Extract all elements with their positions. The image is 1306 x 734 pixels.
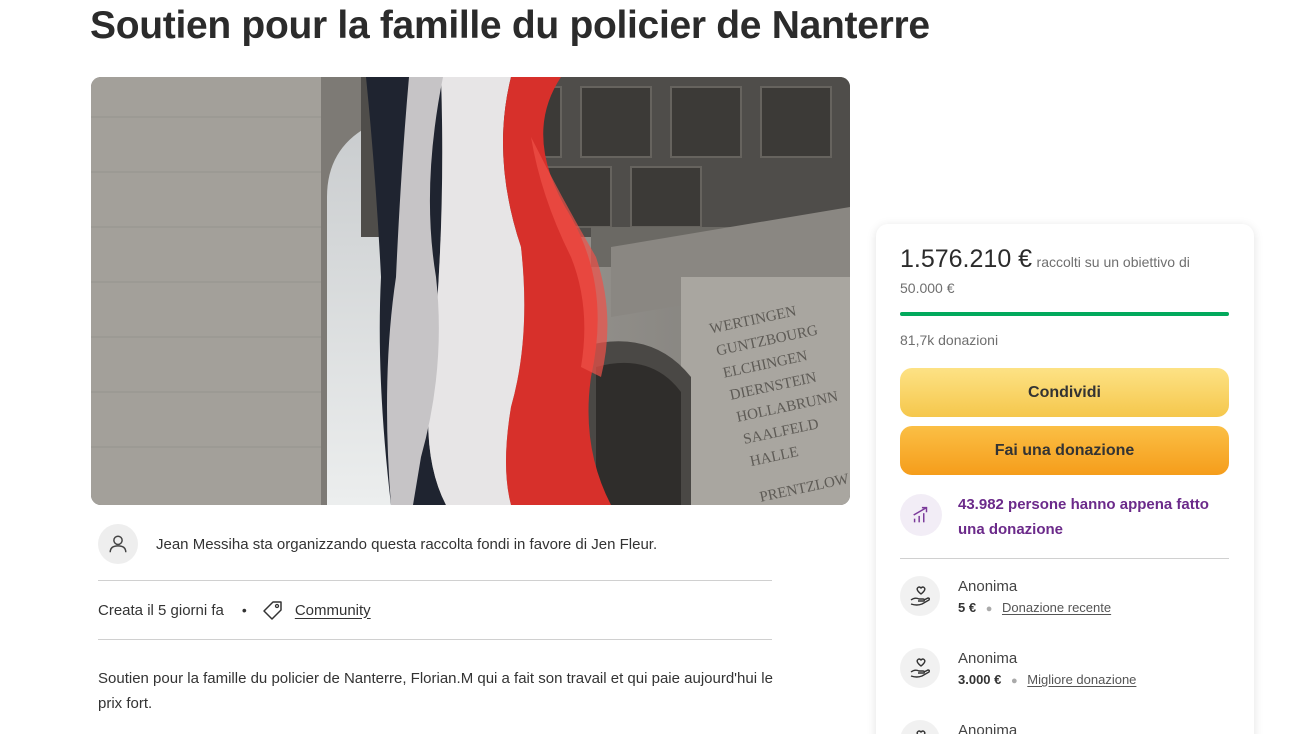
donor-name: Anonima (958, 650, 1018, 667)
donor-item: Anonima 3.000 € ● Migliore donazione (900, 648, 1229, 692)
trend-text: 43.982 persone hanno appena fatto una do… (958, 496, 1209, 538)
progress-bar (900, 312, 1229, 316)
tag-icon (261, 598, 285, 622)
divider (98, 639, 772, 640)
recent-donations-trend: 43.982 persone hanno appena fatto una do… (900, 492, 1229, 542)
donor-amount: 5 € (958, 600, 977, 615)
donation-hand-icon (900, 576, 940, 616)
divider (98, 580, 772, 581)
raised-suffix: raccolti su un obiettivo di (1036, 254, 1190, 270)
avatar (98, 524, 138, 564)
organizer-text: Jean Messiha sta organizzando questa rac… (156, 535, 658, 553)
top-donation-link[interactable]: Migliore donazione (1027, 672, 1136, 687)
amount-raised: 1.576.210 € (900, 245, 1033, 273)
page-title: Soutien pour la famille du policier de N… (90, 4, 930, 47)
campaign-meta: Creata il 5 giorni fa • Community (98, 596, 371, 624)
user-icon (109, 535, 127, 553)
divider (900, 558, 1229, 559)
category-link[interactable]: Community (295, 602, 371, 619)
progress-fill (900, 312, 1229, 316)
donate-button[interactable]: Fai una donazione (900, 426, 1229, 475)
donation-card: 1.576.210 € raccolti su un obiettivo di … (876, 224, 1254, 734)
arc-de-triomphe-flag-image: WERTINGEN GUNTZBOURG ELCHINGEN DIERNSTEI… (91, 77, 850, 505)
recent-donation-link[interactable]: Donazione recente (1002, 600, 1111, 615)
share-button[interactable]: Condividi (900, 368, 1229, 417)
donation-count: 81,7k donazioni (900, 332, 999, 348)
donor-item: Anonima 5 € ● Donazione recente (900, 576, 1229, 620)
meta-separator: • (241, 602, 247, 618)
campaign-hero-image: WERTINGEN GUNTZBOURG ELCHINGEN DIERNSTEI… (91, 77, 850, 505)
trending-up-icon (900, 494, 942, 536)
donor-amount: 3.000 € (958, 672, 1002, 687)
donor-name: Anonima (958, 722, 1018, 734)
donor-name: Anonima (958, 578, 1018, 595)
donation-hand-icon (900, 720, 940, 734)
donation-hand-icon (900, 648, 940, 688)
donor-item: Anonima (900, 720, 1229, 734)
campaign-story: Soutien pour la famille du policier de N… (98, 670, 773, 712)
goal-amount: 50.000 € (900, 280, 955, 296)
donor-separator: ● (985, 603, 993, 615)
donor-separator: ● (1011, 675, 1018, 687)
created-date: Creata il 5 giorni fa (98, 601, 224, 619)
raised-line: 1.576.210 € raccolti su un obiettivo di (900, 245, 1230, 274)
organizer-row: Jean Messiha sta organizzando questa rac… (98, 522, 772, 566)
